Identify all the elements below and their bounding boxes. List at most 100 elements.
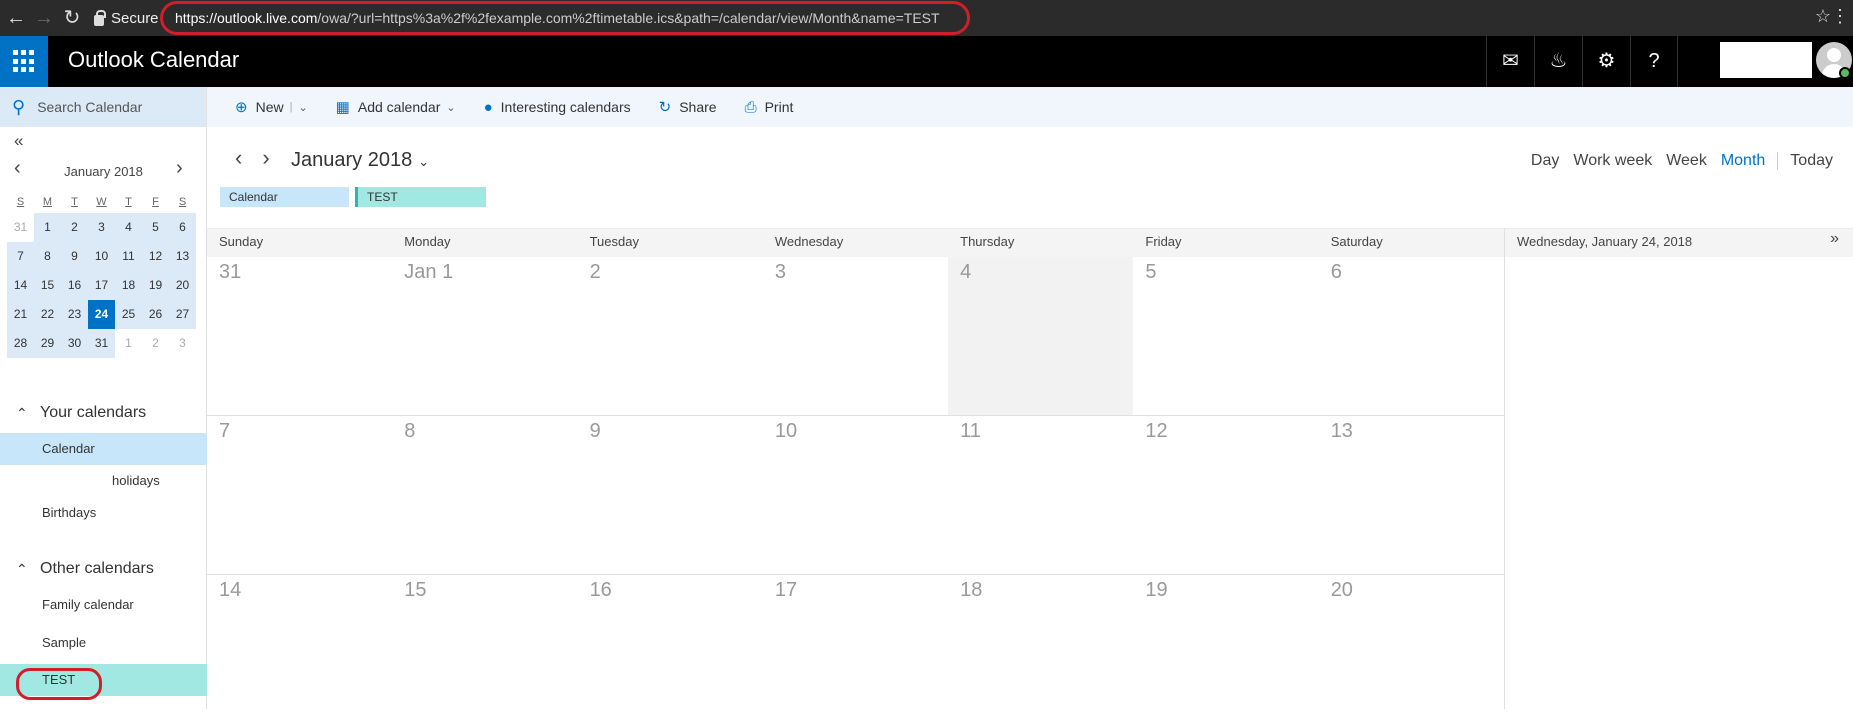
day-cell[interactable]: 10: [763, 416, 948, 574]
expand-pane-icon[interactable]: »: [1830, 230, 1839, 248]
calendar-chip-test[interactable]: TEST: [355, 187, 486, 207]
mini-day[interactable]: 3: [169, 329, 196, 358]
secure-indicator[interactable]: Secure: [94, 9, 159, 27]
next-month-icon[interactable]: ›: [262, 145, 269, 170]
mini-day[interactable]: 12: [142, 242, 169, 271]
day-cell[interactable]: 11: [948, 416, 1133, 574]
mini-day[interactable]: 1: [115, 329, 142, 358]
share-button[interactable]: ↻ Share: [659, 98, 717, 116]
search-box[interactable]: ⚲ Search Calendar: [0, 87, 206, 127]
day-cell[interactable]: 15: [392, 575, 577, 715]
reload-icon[interactable]: ↻: [60, 6, 84, 30]
calendar-item-family[interactable]: Family calendar: [0, 589, 207, 621]
mini-day[interactable]: 5: [142, 213, 169, 242]
calendar-item-birthdays[interactable]: Birthdays: [0, 497, 207, 529]
gear-icon[interactable]: ⚙: [1582, 36, 1630, 87]
mini-day[interactable]: 10: [88, 242, 115, 271]
chevron-down-icon[interactable]: ⌄: [298, 101, 307, 114]
browser-menu-icon[interactable]: ⋮: [1831, 6, 1849, 27]
day-cell[interactable]: 4: [948, 257, 1134, 415]
view-work-week[interactable]: Work week: [1573, 152, 1652, 170]
day-cell[interactable]: 20: [1319, 575, 1504, 715]
week-row: 31 Jan 1 2 3 4 5 6: [207, 257, 1504, 416]
your-calendars-section[interactable]: ⌃ Your calendars: [0, 397, 207, 429]
new-button[interactable]: ⊕ New | ⌄: [235, 98, 308, 116]
mini-day[interactable]: 28: [7, 329, 34, 358]
interesting-calendars-button[interactable]: ● Interesting calendars: [484, 99, 631, 116]
mini-day[interactable]: 27: [169, 300, 196, 329]
day-cell[interactable]: 8: [392, 416, 577, 574]
chat-icon[interactable]: ✉: [1486, 36, 1534, 87]
mini-day[interactable]: 30: [61, 329, 88, 358]
mini-day[interactable]: 16: [61, 271, 88, 300]
mini-day[interactable]: 14: [7, 271, 34, 300]
view-week[interactable]: Week: [1666, 152, 1707, 170]
mini-day[interactable]: 6: [169, 213, 196, 242]
account-name-box[interactable]: [1720, 42, 1812, 78]
mini-day[interactable]: 3: [88, 213, 115, 242]
mini-day[interactable]: 2: [61, 213, 88, 242]
help-icon[interactable]: ?: [1630, 36, 1678, 87]
lock-icon: [94, 9, 106, 26]
mini-day[interactable]: 9: [61, 242, 88, 271]
mini-day[interactable]: 7: [7, 242, 34, 271]
back-icon[interactable]: ←: [4, 6, 28, 30]
other-calendars-section[interactable]: ⌃ Other calendars: [0, 553, 207, 585]
calendar-item-calendar[interactable]: Calendar: [0, 433, 207, 465]
mini-day[interactable]: 18: [115, 271, 142, 300]
day-cell[interactable]: 31: [207, 257, 392, 415]
forward-icon[interactable]: →: [32, 6, 56, 30]
day-cell[interactable]: 12: [1133, 416, 1318, 574]
mini-day[interactable]: 26: [142, 300, 169, 329]
mini-day[interactable]: 20: [169, 271, 196, 300]
mini-day[interactable]: 17: [88, 271, 115, 300]
mini-next-month-icon[interactable]: ›: [176, 157, 183, 180]
day-cell[interactable]: 3: [763, 257, 948, 415]
prev-month-icon[interactable]: ‹: [235, 145, 242, 170]
day-cell[interactable]: 16: [578, 575, 763, 715]
day-cell[interactable]: 13: [1319, 416, 1504, 574]
mini-day[interactable]: 2: [142, 329, 169, 358]
calendar-header: ‹ › January 2018 ⌄ Day Work week Week Mont…: [207, 127, 1853, 227]
mini-day[interactable]: 4: [115, 213, 142, 242]
calendar-item-holidays[interactable]: holidays: [0, 465, 207, 497]
calendar-chip-calendar[interactable]: Calendar: [220, 187, 349, 207]
month-picker[interactable]: January 2018 ⌄: [291, 149, 429, 172]
mini-day[interactable]: 1: [34, 213, 61, 242]
print-button[interactable]: ⎙ Print: [745, 99, 794, 116]
bell-icon[interactable]: ♨: [1534, 36, 1582, 87]
print-label: Print: [764, 99, 794, 115]
mini-day[interactable]: 21: [7, 300, 34, 329]
mini-day[interactable]: 13: [169, 242, 196, 271]
mini-day-selected[interactable]: 24: [88, 300, 115, 329]
mini-day[interactable]: 31: [88, 329, 115, 358]
mini-day[interactable]: 25: [115, 300, 142, 329]
add-calendar-button[interactable]: ▦ Add calendar ⌄: [336, 98, 456, 116]
mini-day[interactable]: 31: [7, 213, 34, 242]
view-month[interactable]: Month: [1721, 152, 1765, 170]
day-cell[interactable]: 18: [948, 575, 1133, 715]
day-cell[interactable]: 9: [578, 416, 763, 574]
mini-day[interactable]: 8: [34, 242, 61, 271]
day-cell[interactable]: 14: [207, 575, 392, 715]
bookmark-star-icon[interactable]: ☆: [1815, 6, 1831, 27]
mini-calendar: S M T W T F S 31 1 2 3 4 5 6 7 8 9 10 11…: [7, 191, 196, 358]
mini-day[interactable]: 29: [34, 329, 61, 358]
day-cell[interactable]: 2: [578, 257, 763, 415]
today-button[interactable]: Today: [1790, 152, 1833, 170]
mini-day[interactable]: 19: [142, 271, 169, 300]
day-cell[interactable]: 19: [1133, 575, 1318, 715]
day-cell[interactable]: 7: [207, 416, 392, 574]
day-cell[interactable]: Jan 1: [392, 257, 577, 415]
collapse-pane-icon[interactable]: «: [14, 131, 23, 151]
day-cell[interactable]: 5: [1133, 257, 1318, 415]
mini-day[interactable]: 23: [61, 300, 88, 329]
app-launcher-icon[interactable]: [0, 36, 48, 87]
mini-day[interactable]: 11: [115, 242, 142, 271]
view-day[interactable]: Day: [1531, 152, 1559, 170]
day-cell[interactable]: 17: [763, 575, 948, 715]
mini-day[interactable]: 15: [34, 271, 61, 300]
mini-day[interactable]: 22: [34, 300, 61, 329]
calendar-item-sample[interactable]: Sample: [0, 627, 207, 659]
day-cell[interactable]: 6: [1319, 257, 1504, 415]
